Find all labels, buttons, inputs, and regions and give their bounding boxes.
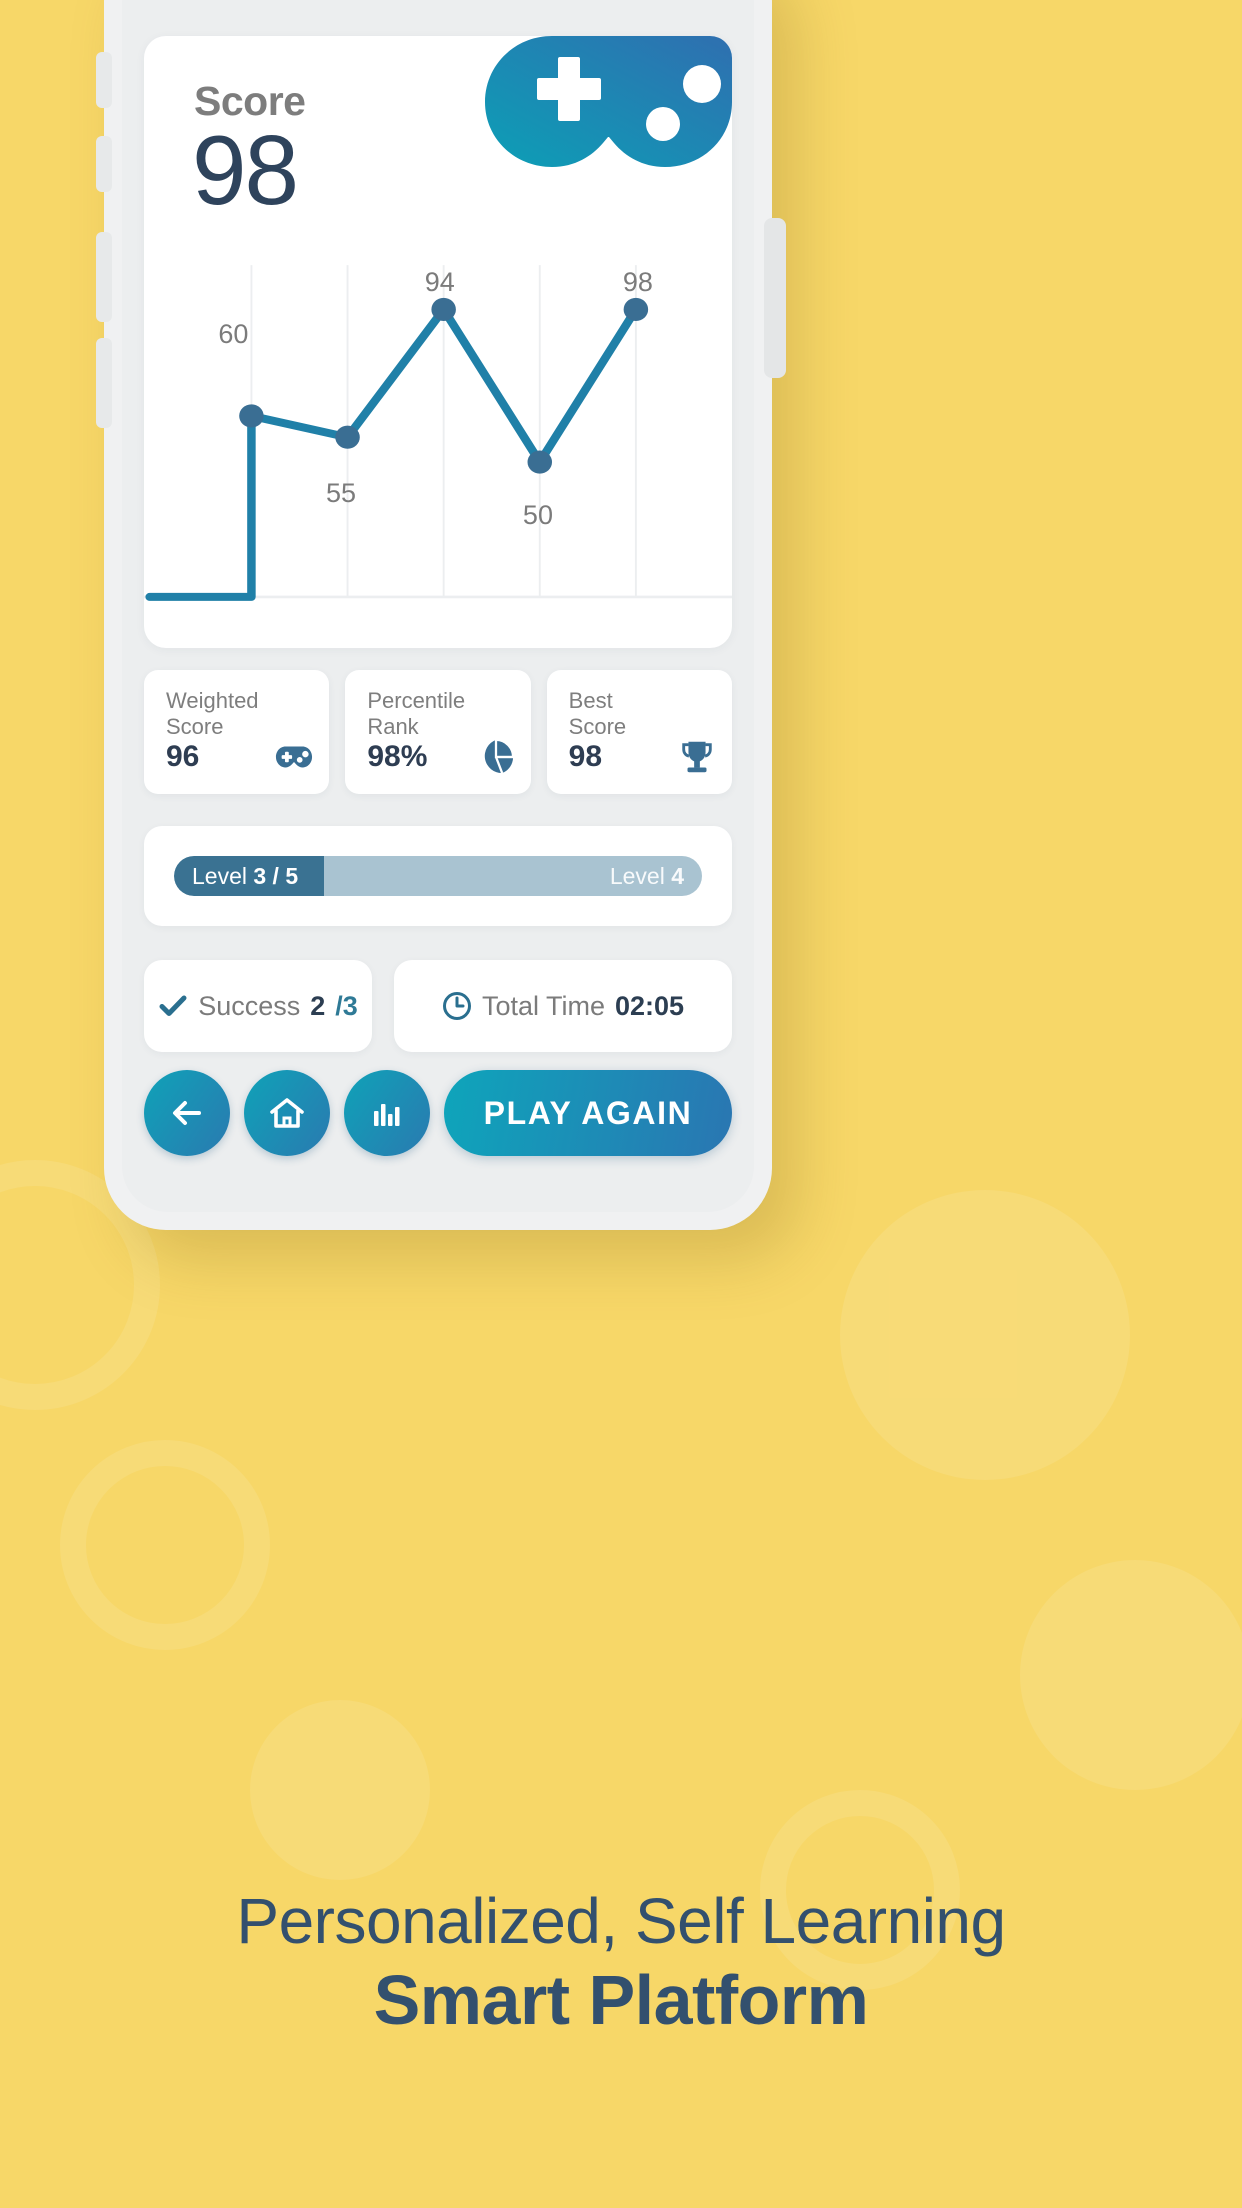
home-button[interactable]	[244, 1070, 330, 1156]
success-label: Success	[198, 990, 301, 1021]
level-progress-bar[interactable]: Level 3 / 5 Level 4	[174, 856, 702, 896]
chart-svg	[144, 265, 732, 601]
level-next-value: 4	[671, 862, 684, 889]
stat-card-percentile-rank[interactable]: Percentile Rank 98%	[345, 670, 531, 794]
action-bar: PLAY AGAIN	[144, 1070, 732, 1156]
chart-line	[145, 305, 641, 601]
phone-side-button	[96, 52, 112, 108]
home-icon	[270, 1098, 304, 1128]
play-again-button[interactable]: PLAY AGAIN	[444, 1070, 732, 1156]
tagline: Personalized, Self Learning Smart Platfo…	[0, 1885, 1242, 2041]
score-card: Score 98 60 55 94 50 98	[144, 36, 732, 648]
stat-title: Percentile Rank	[367, 688, 512, 739]
tagline-line-1: Personalized, Self Learning	[236, 1885, 1006, 1957]
phone-screen-bezel: Score 98 60 55 94 50 98 Weighted Score 9…	[122, 0, 754, 1212]
total-time-value: 02:05	[614, 990, 685, 1021]
gamepad-icon	[276, 746, 313, 768]
stat-title: Best Score	[569, 688, 714, 739]
phone-power-button	[764, 218, 786, 378]
level-progress-card: Level 3 / 5 Level 4	[144, 826, 732, 926]
back-button[interactable]	[144, 1070, 230, 1156]
tagline-line-2: Smart Platform	[373, 1960, 869, 2039]
arrow-left-icon	[173, 1101, 201, 1125]
total-time-card[interactable]: Total Time 02:05	[394, 960, 732, 1052]
stat-card-weighted-score[interactable]: Weighted Score 96	[144, 670, 330, 794]
phone-volume-down-button	[96, 338, 112, 428]
success-value: 2	[310, 990, 326, 1021]
phone-mockup: Score 98 60 55 94 50 98 Weighted Score 9…	[96, 0, 786, 1230]
clock-icon	[442, 992, 471, 1020]
app-screen: Score 98 60 55 94 50 98 Weighted Score 9…	[122, 0, 754, 1212]
stat-value: 98	[568, 740, 603, 773]
total-time-label: Total Time	[481, 990, 605, 1021]
stat-title-line2: Rank	[367, 713, 419, 739]
level-next-label: Level 4	[610, 863, 684, 890]
level-next-prefix: Level	[609, 862, 672, 889]
stat-value: 98%	[367, 740, 428, 773]
stat-title-line2: Score	[568, 713, 627, 739]
stat-title: Weighted Score	[166, 688, 311, 739]
stats-button[interactable]	[344, 1070, 430, 1156]
level-current-label: Level 3 / 5	[192, 863, 298, 890]
bar-chart-icon	[374, 1104, 400, 1126]
pie-chart-icon	[484, 738, 514, 774]
success-card[interactable]: Success 2/3	[144, 960, 372, 1052]
score-value: 98	[192, 115, 299, 225]
phone-volume-up-button	[96, 232, 112, 322]
level-current-value: 3 / 5	[253, 862, 299, 889]
stat-title-line1: Weighted	[166, 688, 259, 713]
stat-cards-row: Weighted Score 96 Percentile Rank 98% Be…	[144, 670, 732, 794]
phone-side-button	[96, 136, 112, 192]
stat-title-line1: Percentile	[367, 688, 466, 713]
gamepad-icon	[485, 36, 732, 167]
score-history-chart: 60 55 94 50 98	[144, 258, 732, 604]
level-current-prefix: Level	[192, 862, 254, 889]
stat-card-best-score[interactable]: Best Score 98	[546, 670, 732, 794]
stat-title-line1: Best	[568, 688, 613, 713]
success-total: /3	[335, 990, 358, 1021]
summary-row: Success 2/3 Total Time 02:05	[144, 960, 732, 1052]
stat-value: 96	[166, 740, 200, 773]
stat-title-line2: Score	[166, 713, 224, 739]
trophy-icon	[682, 741, 712, 773]
check-icon	[159, 995, 187, 1016]
